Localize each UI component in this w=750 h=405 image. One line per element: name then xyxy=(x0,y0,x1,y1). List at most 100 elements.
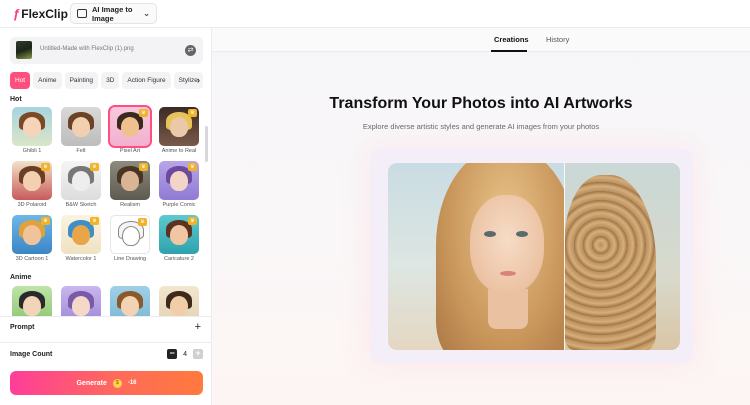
style-thumbnail: ♛ xyxy=(159,161,199,200)
style-tile-felt[interactable]: Felt xyxy=(61,107,101,154)
comparison-divider[interactable] xyxy=(564,163,565,350)
style-label: Pixel Art xyxy=(119,148,141,154)
style-thumbnail: ♛ xyxy=(110,161,150,200)
main-area: Creations History Transform Your Photos … xyxy=(212,28,750,405)
tab-creations[interactable]: Creations xyxy=(494,35,529,44)
style-thumbnail xyxy=(12,107,52,146)
image-count-row: Image Count − 4 + xyxy=(10,349,203,365)
before-after-preview-image xyxy=(388,163,680,350)
category-anime[interactable]: Anime xyxy=(33,72,62,89)
anime-style-tile[interactable] xyxy=(159,286,199,316)
prompt-row[interactable]: Prompt + xyxy=(10,321,203,338)
uploaded-thumbnail xyxy=(16,41,32,59)
premium-crown-icon: ♛ xyxy=(139,109,148,117)
logo-text: FlexClip xyxy=(21,6,68,21)
logo-mark-icon: ƒ xyxy=(13,6,21,21)
style-thumbnail xyxy=(61,286,101,316)
style-thumbnail xyxy=(110,286,150,316)
style-thumbnail xyxy=(12,286,52,316)
premium-crown-icon: ♛ xyxy=(90,217,99,225)
tool-select-dropdown[interactable]: AI Image to Image ⌄ xyxy=(70,3,157,24)
style-tile-bw-sketch[interactable]: ♛ B&W Sketch xyxy=(61,161,101,208)
credit-coin-icon: $ xyxy=(112,378,122,388)
styles-scrollbar[interactable] xyxy=(205,126,208,162)
style-label: 3D Polaroid xyxy=(17,202,47,208)
style-thumbnail: ♛ xyxy=(159,107,199,146)
style-tile-caricature-2[interactable]: ♛ Caricature 2 xyxy=(159,215,199,262)
generate-button[interactable]: Generate $ -16 xyxy=(10,371,203,395)
image-count-value: 4 xyxy=(183,350,187,358)
style-tile-watercolor-1[interactable]: ♛ Watercolor 1 xyxy=(61,215,101,262)
style-thumbnail: ♛ xyxy=(12,161,52,200)
style-tile-3d-polaroid[interactable]: ♛ 3D Polaroid xyxy=(12,161,52,208)
style-thumbnail xyxy=(61,107,101,146)
style-tile-anime-to-real[interactable]: ♛ Anime to Real xyxy=(159,107,199,154)
style-tile-purple-comic[interactable]: ♛ Purple Comic xyxy=(159,161,199,208)
category-painting[interactable]: Painting xyxy=(64,72,99,89)
flexclip-logo[interactable]: ƒ FlexClip xyxy=(13,6,68,21)
section-anime-title: Anime xyxy=(10,274,32,281)
style-label: Anime to Real xyxy=(161,148,197,154)
style-tile-line-drawing[interactable]: ♛ Line Drawing xyxy=(110,215,150,262)
left-panel: Untitled-Made with FlexClip (1).png ⇄ Ho… xyxy=(0,28,212,405)
result-tabs: Creations History xyxy=(212,28,750,52)
premium-crown-icon: ♛ xyxy=(90,163,99,171)
style-thumbnail: ♛ xyxy=(12,215,52,254)
increase-count-button[interactable]: + xyxy=(193,349,203,359)
style-thumbnail xyxy=(159,286,199,316)
style-tile-ghibli-1[interactable]: Ghibli 1 xyxy=(12,107,52,154)
hero-title: Transform Your Photos into AI Artworks xyxy=(329,95,633,112)
tab-history[interactable]: History xyxy=(546,35,569,44)
chevron-right-icon[interactable]: › xyxy=(197,75,200,85)
anime-style-tile[interactable] xyxy=(110,286,150,316)
replace-image-icon[interactable]: ⇄ xyxy=(185,45,196,56)
style-label: Felt xyxy=(76,148,86,154)
premium-crown-icon: ♛ xyxy=(188,217,197,225)
divider xyxy=(0,316,211,317)
uploaded-file[interactable]: Untitled-Made with FlexClip (1).png ⇄ xyxy=(10,37,203,64)
category-tabs: Hot Anime Painting 3D Action Figure Styl… xyxy=(10,72,210,90)
anime-style-tile[interactable] xyxy=(61,286,101,316)
premium-crown-icon: ♛ xyxy=(138,218,147,226)
divider xyxy=(0,342,211,343)
image-count-stepper: − 4 + xyxy=(167,349,203,359)
top-bar: ƒ FlexClip AI Image to Image ⌄ xyxy=(0,0,750,28)
style-tile-3d-cartoon-1[interactable]: ♛ 3D Cartoon 1 xyxy=(12,215,52,262)
image-icon xyxy=(77,9,87,18)
style-tile-pixel-art[interactable]: ♛ Pixel Art xyxy=(108,105,152,154)
style-label: Caricature 2 xyxy=(164,256,194,262)
style-label: Realism xyxy=(120,202,140,208)
plus-icon[interactable]: + xyxy=(195,321,201,333)
style-thumbnail: ♛ xyxy=(159,215,199,254)
active-tab-indicator xyxy=(491,50,527,52)
section-hot-title: Hot xyxy=(10,96,22,103)
premium-crown-icon: ♛ xyxy=(139,163,148,171)
premium-crown-icon: ♛ xyxy=(41,217,50,225)
prompt-label: Prompt xyxy=(10,324,35,331)
anime-style-tile[interactable] xyxy=(12,286,52,316)
decrease-count-button[interactable]: − xyxy=(167,349,178,359)
premium-crown-icon: ♛ xyxy=(188,163,197,171)
category-hot[interactable]: Hot xyxy=(10,72,31,89)
style-label: 3D Cartoon 1 xyxy=(15,256,49,262)
category-action-figure[interactable]: Action Figure xyxy=(122,72,171,89)
style-label: B&W Sketch xyxy=(65,202,97,208)
style-label: Ghibli 1 xyxy=(22,148,42,154)
style-tile-realism[interactable]: ♛ Realism xyxy=(110,161,150,208)
style-label: Watercolor 1 xyxy=(65,256,97,262)
category-3d[interactable]: 3D xyxy=(101,72,120,89)
generate-label: Generate xyxy=(76,379,107,387)
chevron-down-icon: ⌄ xyxy=(143,9,150,18)
style-thumbnail: ♛ xyxy=(61,215,101,254)
premium-crown-icon: ♛ xyxy=(41,163,50,171)
style-thumbnail: ♛ xyxy=(110,215,150,254)
uploaded-file-name: Untitled-Made with FlexClip (1).png xyxy=(40,46,134,52)
style-thumbnail: ♛ xyxy=(108,105,152,148)
hero-subtitle: Explore diverse artistic styles and gene… xyxy=(362,122,600,131)
style-label: Purple Comic xyxy=(162,202,196,208)
style-label: Line Drawing xyxy=(113,256,147,262)
image-count-label: Image Count xyxy=(10,351,53,358)
generate-cost: -16 xyxy=(127,380,137,386)
style-thumbnail: ♛ xyxy=(61,161,101,200)
premium-crown-icon: ♛ xyxy=(188,109,197,117)
